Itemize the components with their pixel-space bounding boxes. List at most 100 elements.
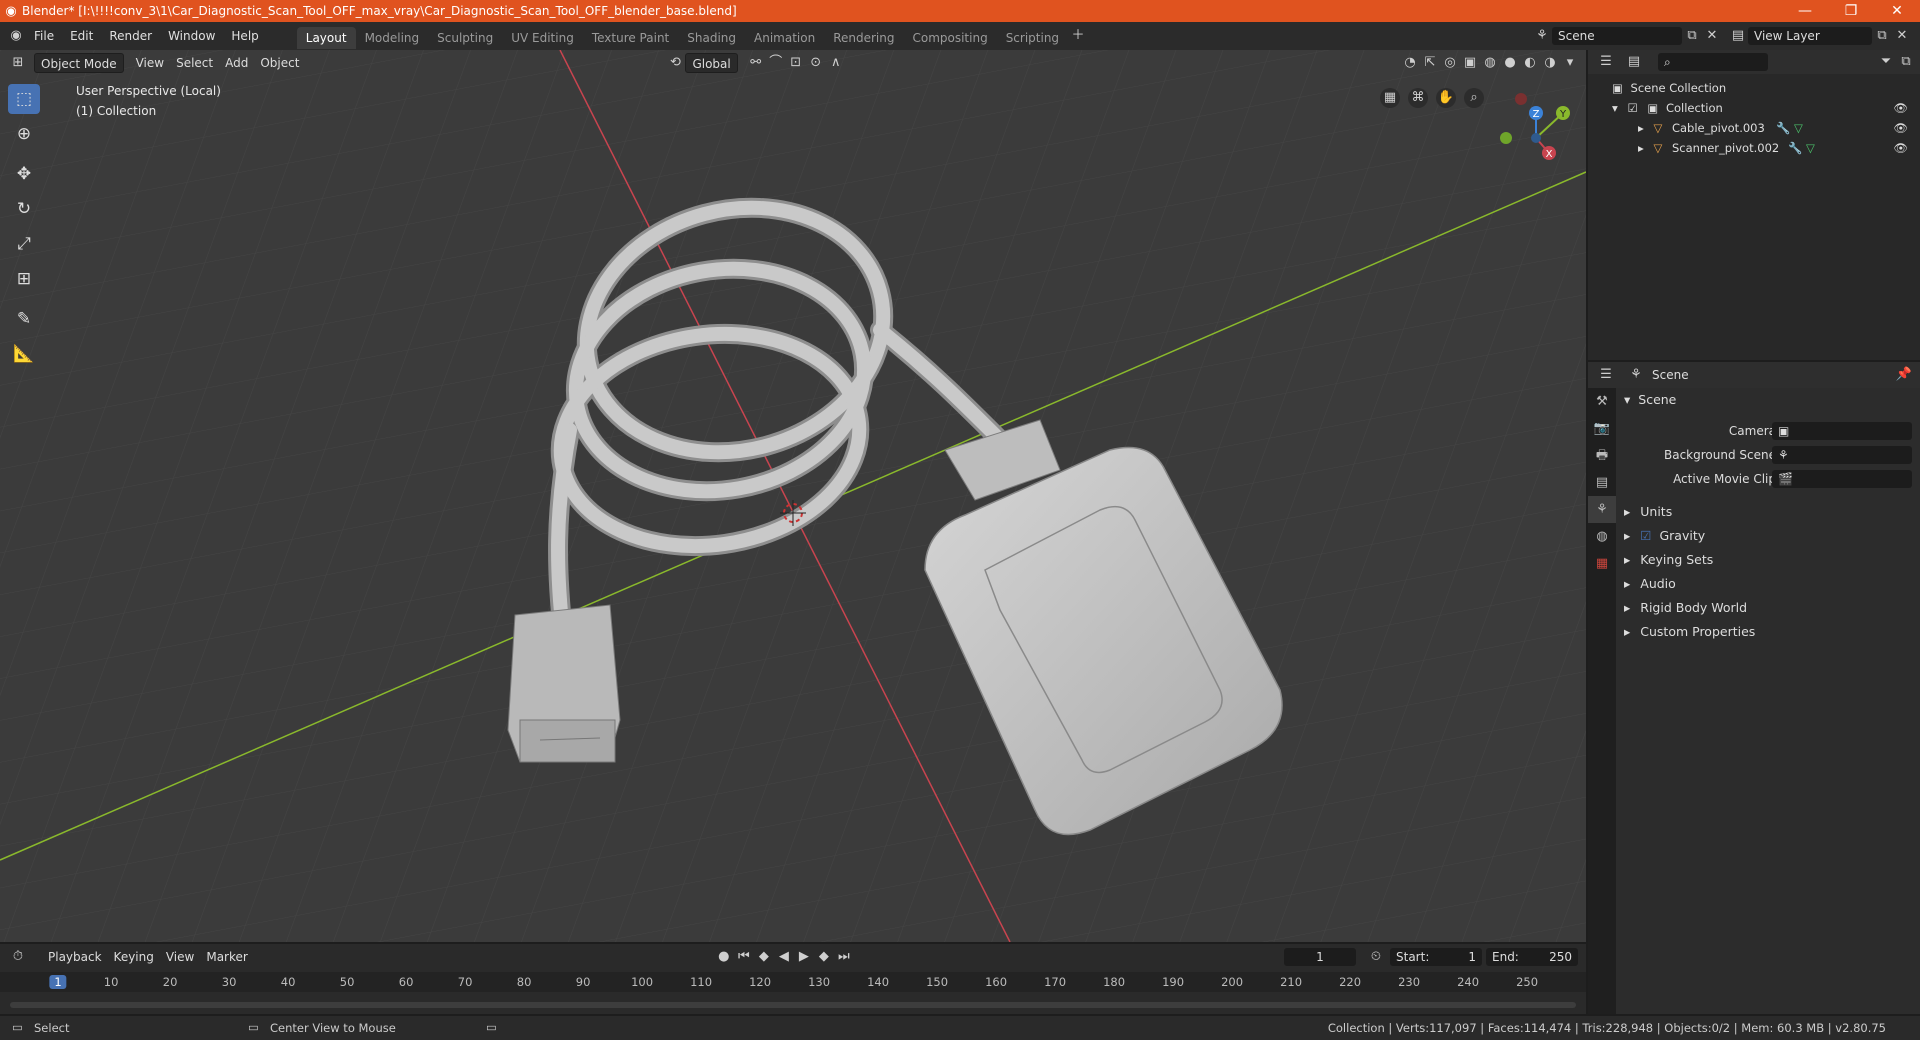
tab-rendering[interactable]: Rendering <box>824 27 903 49</box>
timeline-menu-keying[interactable]: Keying <box>108 947 160 967</box>
mesh-data-icon[interactable]: ▽ <box>1806 138 1815 158</box>
timeline-menu-marker[interactable]: Marker <box>200 947 253 967</box>
measure-tool-icon[interactable]: 📐 <box>8 339 40 369</box>
filter-icon[interactable]: ⏷ <box>1876 52 1896 72</box>
menu-render[interactable]: Render <box>101 22 160 50</box>
gizmo-toggle-icon[interactable]: ⇱ <box>1420 53 1440 73</box>
outliner-search-input[interactable]: ⌕ <box>1658 53 1768 71</box>
3d-viewport[interactable]: Z Y X <box>0 50 1586 942</box>
menu-window[interactable]: Window <box>160 22 223 50</box>
view-layer-tab-icon[interactable]: ▤ <box>1588 469 1616 496</box>
play-reverse-icon[interactable]: ◀ <box>774 947 794 967</box>
expand-units-icon[interactable]: ▸ <box>1624 504 1630 519</box>
tab-animation[interactable]: Animation <box>745 27 824 49</box>
expand-rigid-body-icon[interactable]: ▸ <box>1624 600 1630 615</box>
transform-orientation-icon[interactable]: ⟲ <box>665 53 685 73</box>
prev-keyframe-icon[interactable]: ◆ <box>754 947 774 967</box>
timeline-editor-icon[interactable]: ⏱ <box>8 947 28 967</box>
cable-visibility-eye-icon[interactable]: 👁 <box>1893 118 1908 138</box>
output-tab-icon[interactable]: 🖶 <box>1588 442 1616 469</box>
zoom-icon[interactable]: ⌕ <box>1464 88 1484 108</box>
modifier-wrench-icon[interactable]: 🔧 <box>1776 118 1790 138</box>
menu-help[interactable]: Help <box>223 22 266 50</box>
jump-start-icon[interactable]: ⏮ <box>734 947 754 967</box>
snap-icon[interactable]: ⌒ <box>766 53 786 73</box>
viewport-menu-select[interactable]: Select <box>170 53 219 73</box>
tab-sculpting[interactable]: Sculpting <box>428 27 502 49</box>
timeline-menu-playback[interactable]: Playback <box>42 947 108 967</box>
view-layer-icon[interactable]: ▤ <box>1728 26 1748 46</box>
scale-tool-icon[interactable]: ⤢ <box>8 229 40 259</box>
camera-field[interactable]: ▣ <box>1772 422 1912 440</box>
properties-editor-icon[interactable]: ☰ <box>1596 365 1616 385</box>
outliner-row-collection[interactable]: ▾ ☑ ▣ Collection 👁 <box>1588 98 1920 118</box>
custom-properties-panel[interactable]: ▸ Custom Properties <box>1620 620 1916 644</box>
expand-collection-icon[interactable]: ▾ <box>1612 101 1618 115</box>
maximize-button[interactable]: ❐ <box>1828 3 1874 19</box>
expand-keying-sets-icon[interactable]: ▸ <box>1624 552 1630 567</box>
mode-selector[interactable]: Object Mode <box>34 53 124 73</box>
scene-panel-header[interactable]: ▾ Scene <box>1620 388 1916 412</box>
tab-modeling[interactable]: Modeling <box>356 27 429 49</box>
scene-icon[interactable]: ⚘ <box>1532 26 1552 46</box>
expand-audio-icon[interactable]: ▸ <box>1624 576 1630 591</box>
delete-view-layer-icon[interactable]: ✕ <box>1892 26 1912 46</box>
view-layer-selector[interactable]: View Layer <box>1748 27 1872 45</box>
units-panel[interactable]: ▸ Units <box>1620 500 1916 524</box>
pan-hand-icon[interactable]: ✋ <box>1436 88 1456 108</box>
new-scene-icon[interactable]: ⧉ <box>1682 26 1702 46</box>
shading-options-icon[interactable]: ▾ <box>1560 53 1580 73</box>
tool-tab-icon[interactable]: ⚒ <box>1588 388 1616 415</box>
rotate-tool-icon[interactable]: ↻ <box>8 194 40 224</box>
material-shading-icon[interactable]: ◐ <box>1520 53 1540 73</box>
collection-checkbox-icon[interactable]: ☑ <box>1627 101 1637 115</box>
obd-connector-model[interactable] <box>507 604 621 763</box>
next-keyframe-icon[interactable]: ◆ <box>814 947 834 967</box>
visibility-icon[interactable]: ◔ <box>1400 53 1420 73</box>
timeline-menu-view[interactable]: View <box>160 947 200 967</box>
move-tool-icon[interactable]: ✥ <box>8 159 40 189</box>
timeline-scrollbar[interactable] <box>10 1002 1576 1008</box>
tab-texture-paint[interactable]: Texture Paint <box>583 27 678 49</box>
outliner-row-scene-collection[interactable]: ▣ Scene Collection <box>1588 78 1920 98</box>
background-scene-field[interactable]: ⚘ <box>1772 446 1912 464</box>
world-tab-icon[interactable]: ◍ <box>1588 523 1616 550</box>
texture-tab-icon[interactable]: ▦ <box>1588 550 1616 577</box>
add-workspace-icon[interactable]: ＋ <box>1068 26 1088 46</box>
snap-target-icon[interactable]: ⊡ <box>786 53 806 73</box>
collection-visibility-eye-icon[interactable]: 👁 <box>1893 98 1908 118</box>
editor-type-icon[interactable]: ⊞ <box>8 53 28 73</box>
toggle-camera-grid-icon[interactable]: ▦ <box>1380 88 1400 108</box>
render-tab-icon[interactable]: 📷 <box>1588 415 1616 442</box>
new-collection-icon[interactable]: ⧉ <box>1896 52 1916 72</box>
outliner-row-object[interactable]: ▸ ▽ Scanner_pivot.002 🔧 ▽ 👁 <box>1588 138 1920 158</box>
outliner-editor-icon[interactable]: ☰ <box>1596 52 1616 72</box>
blender-menu-icon[interactable]: ◉ <box>6 26 26 46</box>
scanner-visibility-eye-icon[interactable]: 👁 <box>1893 138 1908 158</box>
scene-selector[interactable]: Scene <box>1552 27 1682 45</box>
transform-tool-icon[interactable]: ⊞ <box>8 264 40 294</box>
viewport-menu-object[interactable]: Object <box>254 53 305 73</box>
mesh-data-icon[interactable]: ▽ <box>1794 118 1803 138</box>
pivot-icon[interactable]: ⚯ <box>746 53 766 73</box>
collapse-scene-icon[interactable]: ▾ <box>1624 392 1630 407</box>
expand-gravity-icon[interactable]: ▸ <box>1624 528 1630 543</box>
viewport-canvas[interactable]: Z Y X <box>0 50 1586 942</box>
viewport-menu-add[interactable]: Add <box>219 53 254 73</box>
pin-icon[interactable]: 📌 <box>1894 365 1914 385</box>
current-frame-field[interactable]: 1 <box>1284 948 1356 966</box>
end-frame-field[interactable]: End: 250 <box>1486 948 1578 966</box>
keying-sets-panel[interactable]: ▸ Keying Sets <box>1620 548 1916 572</box>
tab-uv-editing[interactable]: UV Editing <box>502 27 583 49</box>
minimize-button[interactable]: — <box>1782 3 1828 19</box>
expand-object-icon[interactable]: ▸ <box>1638 141 1644 155</box>
menu-file[interactable]: File <box>26 22 62 50</box>
close-button[interactable]: ✕ <box>1874 3 1920 19</box>
tab-compositing[interactable]: Compositing <box>903 27 996 49</box>
rigid-body-world-panel[interactable]: ▸ Rigid Body World <box>1620 596 1916 620</box>
jump-end-icon[interactable]: ⏭ <box>834 947 854 967</box>
record-icon[interactable]: ● <box>714 947 734 967</box>
modifier-wrench-icon[interactable]: 🔧 <box>1788 138 1802 158</box>
new-view-layer-icon[interactable]: ⧉ <box>1872 26 1892 46</box>
active-movie-clip-field[interactable]: 🎬 <box>1772 470 1912 488</box>
